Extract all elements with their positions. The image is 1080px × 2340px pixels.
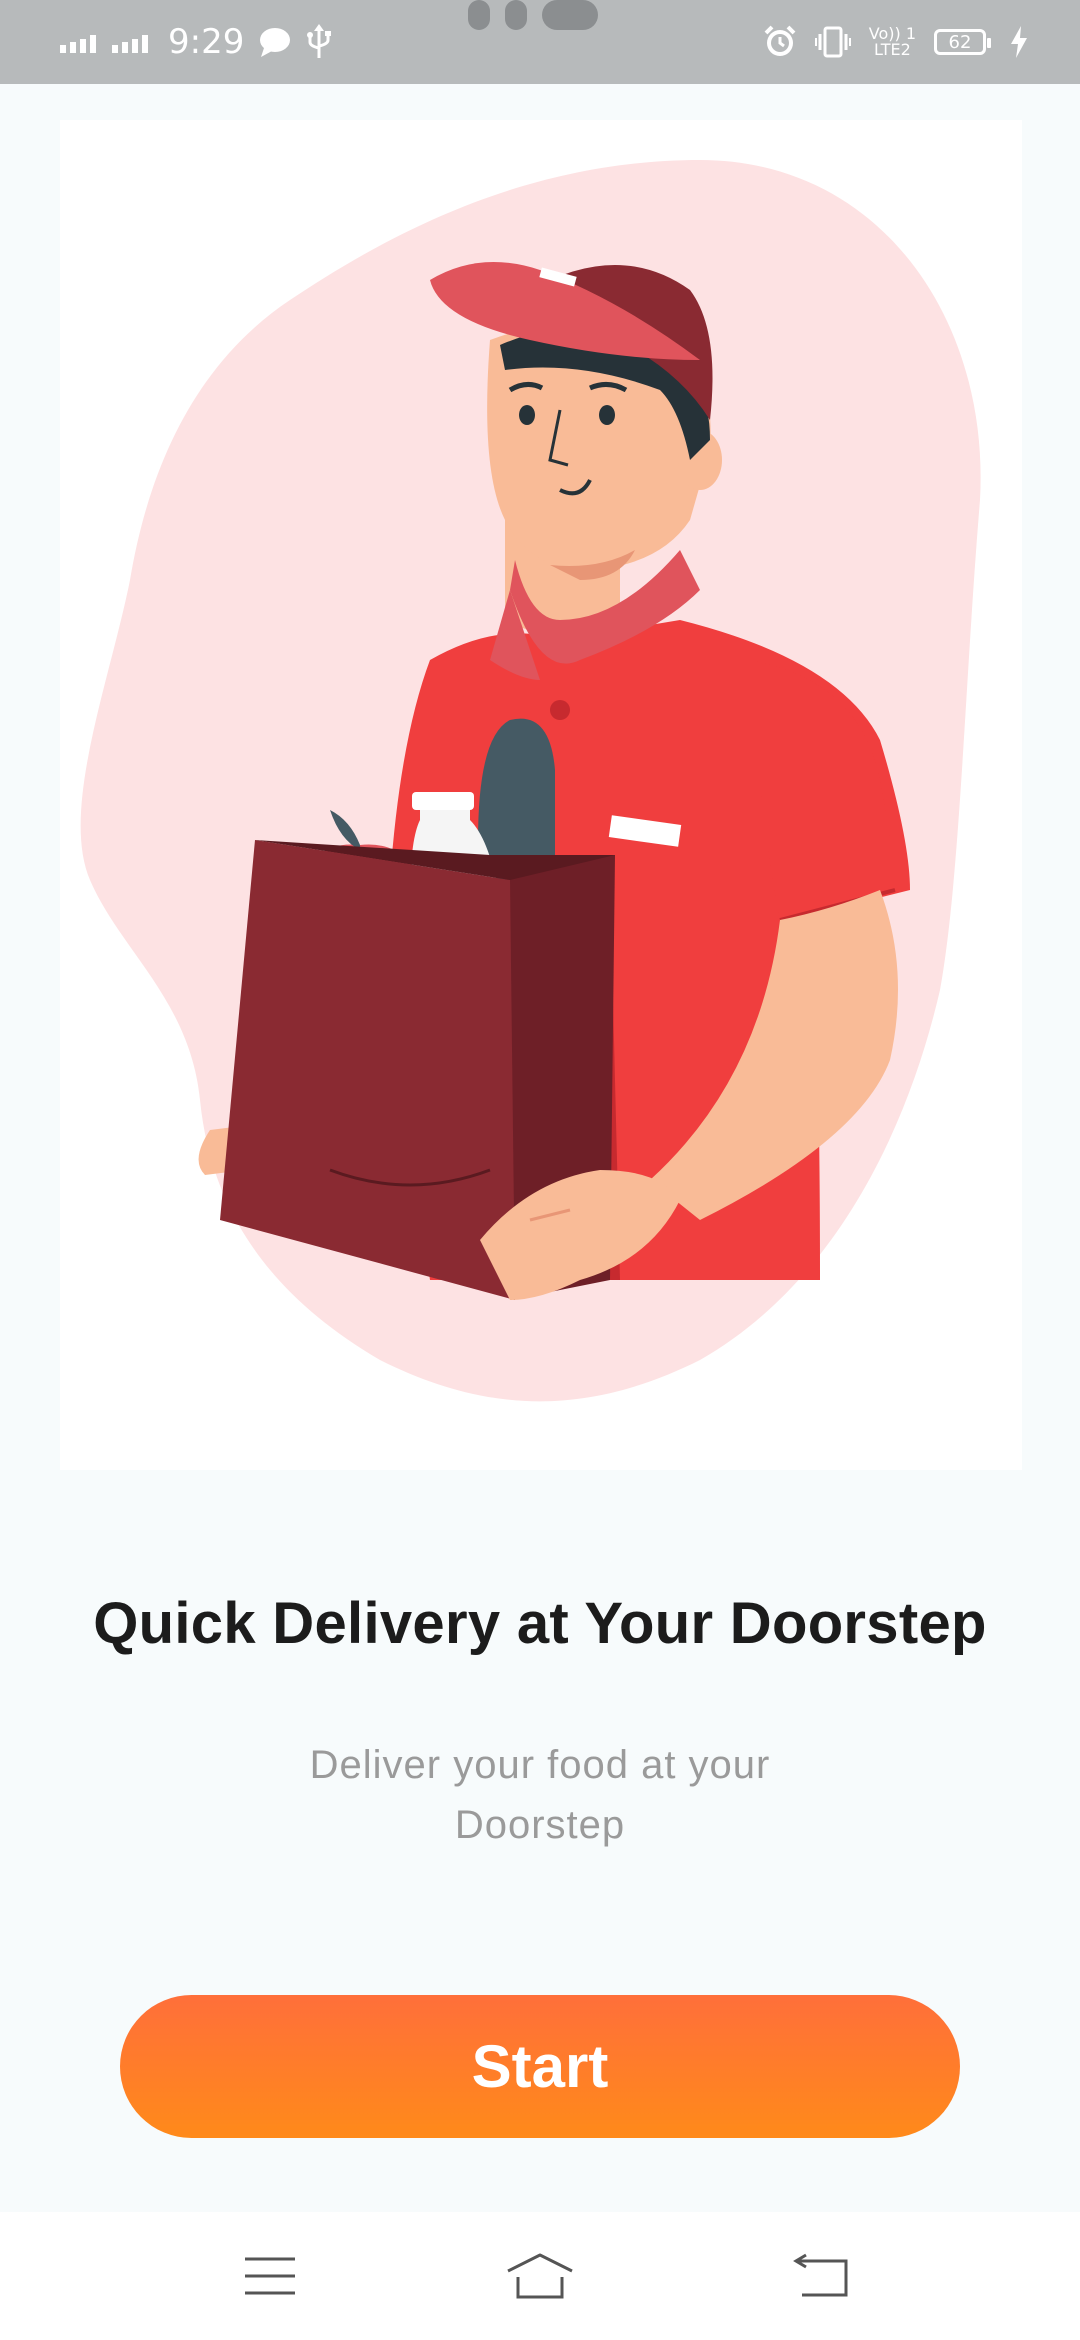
volte-icon: Vo)) 1 LTE2 xyxy=(869,26,916,58)
usb-icon xyxy=(307,24,332,58)
battery-level: 62 xyxy=(948,31,972,53)
status-time: 9:29 xyxy=(168,22,245,62)
signal-2-icon xyxy=(112,35,148,53)
vibrate-icon xyxy=(814,26,851,58)
signal-1-icon xyxy=(60,35,96,53)
menu-button[interactable] xyxy=(200,2212,340,2340)
home-icon xyxy=(507,2253,573,2299)
navigation-bar xyxy=(0,2212,1080,2340)
status-bar: 9:29 Vo)) 1 LTE2 62 xyxy=(0,0,1080,84)
back-icon xyxy=(793,2253,848,2297)
start-button-label: Start xyxy=(471,2033,609,2100)
onboarding-subtitle: Deliver your food at your Doorstep xyxy=(309,1743,771,1847)
back-button[interactable] xyxy=(752,2212,892,2340)
menu-icon xyxy=(245,2257,295,2295)
onboarding-title: Quick Delivery at Your Doorstep xyxy=(93,1591,987,1656)
battery-icon: 62 xyxy=(934,29,991,55)
home-button[interactable] xyxy=(470,2212,610,2340)
chat-bubble-icon xyxy=(260,28,291,57)
camera-cutout xyxy=(468,0,598,30)
start-button[interactable]: Start xyxy=(120,1995,960,2138)
delivery-man-image xyxy=(80,160,981,1402)
volte-label-bottom: LTE2 xyxy=(873,40,911,59)
status-bar-right: Vo)) 1 LTE2 62 xyxy=(763,0,1028,84)
status-bar-left: 9:29 xyxy=(60,0,332,84)
charging-icon xyxy=(1011,26,1027,58)
delivery-illustration xyxy=(60,120,1022,1470)
grocery-bag xyxy=(220,840,515,1300)
alarm-icon xyxy=(764,25,796,56)
